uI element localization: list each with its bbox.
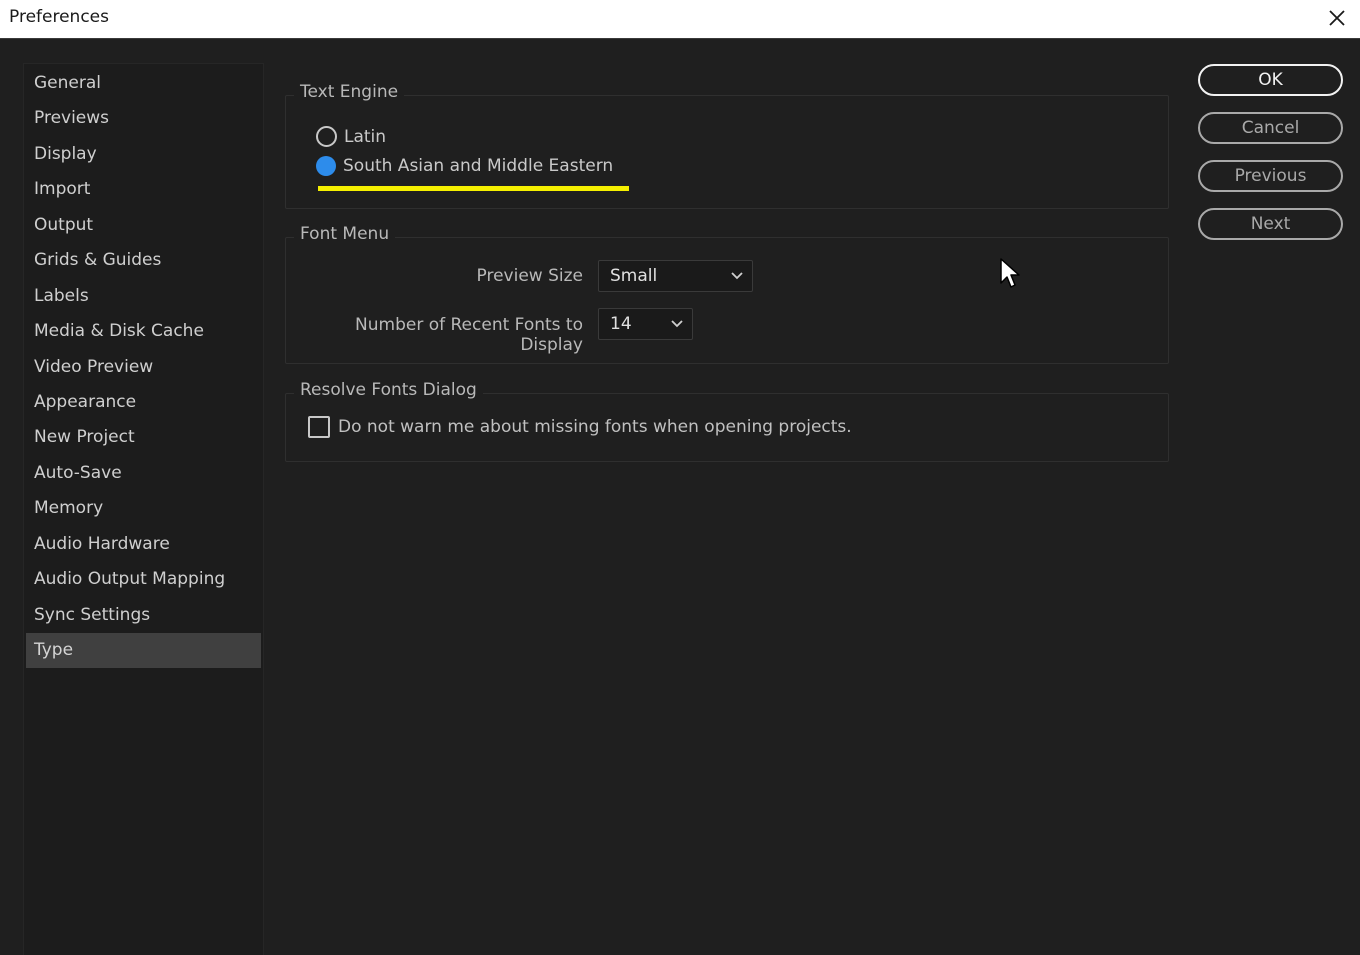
sidebar-item-new-project[interactable]: New Project <box>24 420 263 455</box>
title-bar: Preferences <box>0 0 1360 39</box>
missing-fonts-checkbox[interactable] <box>308 416 330 438</box>
font-menu-legend: Font Menu <box>294 224 396 244</box>
sidebar-item-video-preview[interactable]: Video Preview <box>24 350 263 385</box>
sidebar-item-memory[interactable]: Memory <box>24 491 263 526</box>
sidebar-item-appearance[interactable]: Appearance <box>24 385 263 420</box>
sidebar-item-general[interactable]: General <box>24 66 263 101</box>
sidebar-item-import[interactable]: Import <box>24 172 263 207</box>
mouse-pointer-icon <box>1000 258 1020 288</box>
sidebar-item-output[interactable]: Output <box>24 208 263 243</box>
yellow-highlight-underline <box>318 186 629 191</box>
text-engine-group: Text Engine <box>285 82 1169 209</box>
radio-south-asian-circle[interactable] <box>316 156 336 176</box>
radio-south-asian[interactable]: South Asian and Middle Eastern <box>316 156 613 176</box>
chevron-down-icon <box>731 272 743 280</box>
sidebar-item-audio-hardware[interactable]: Audio Hardware <box>24 527 263 562</box>
cancel-button[interactable]: Cancel <box>1198 112 1343 144</box>
radio-latin-label: Latin <box>344 126 387 147</box>
close-icon <box>1329 10 1345 26</box>
sidebar-item-sync-settings[interactable]: Sync Settings <box>24 598 263 633</box>
radio-latin-circle[interactable] <box>316 126 337 147</box>
text-engine-legend: Text Engine <box>294 82 405 102</box>
sidebar-item-audio-output-mapping[interactable]: Audio Output Mapping <box>24 562 263 597</box>
preferences-sidebar: General Previews Display Import Output G… <box>23 63 264 955</box>
previous-button[interactable]: Previous <box>1198 160 1343 192</box>
sidebar-item-auto-save[interactable]: Auto-Save <box>24 456 263 491</box>
window-title: Preferences <box>9 7 109 27</box>
radio-south-asian-label: South Asian and Middle Eastern <box>343 156 614 176</box>
sidebar-item-previews[interactable]: Previews <box>24 101 263 136</box>
sidebar-item-media-disk-cache[interactable]: Media & Disk Cache <box>24 314 263 349</box>
preview-size-value: Small <box>610 266 658 286</box>
sidebar-item-display[interactable]: Display <box>24 137 263 172</box>
missing-fonts-checkbox-row[interactable]: Do not warn me about missing fonts when … <box>308 416 852 438</box>
ok-button[interactable]: OK <box>1198 64 1343 96</box>
radio-latin[interactable]: Latin <box>316 126 386 147</box>
chevron-down-icon <box>671 320 683 328</box>
resolve-fonts-legend: Resolve Fonts Dialog <box>294 380 483 400</box>
recent-fonts-label: Number of Recent Fonts to Display <box>355 315 583 355</box>
preview-size-label: Preview Size <box>476 266 583 286</box>
sidebar-item-grids-guides[interactable]: Grids & Guides <box>24 243 263 278</box>
recent-fonts-select[interactable]: 14 <box>598 308 693 340</box>
missing-fonts-checkbox-label: Do not warn me about missing fonts when … <box>338 417 852 437</box>
sidebar-item-labels[interactable]: Labels <box>24 279 263 314</box>
recent-fonts-value: 14 <box>610 314 632 334</box>
sidebar-item-type[interactable]: Type <box>26 633 261 669</box>
close-button[interactable] <box>1322 3 1352 33</box>
next-button[interactable]: Next <box>1198 208 1343 240</box>
preview-size-select[interactable]: Small <box>598 260 753 292</box>
